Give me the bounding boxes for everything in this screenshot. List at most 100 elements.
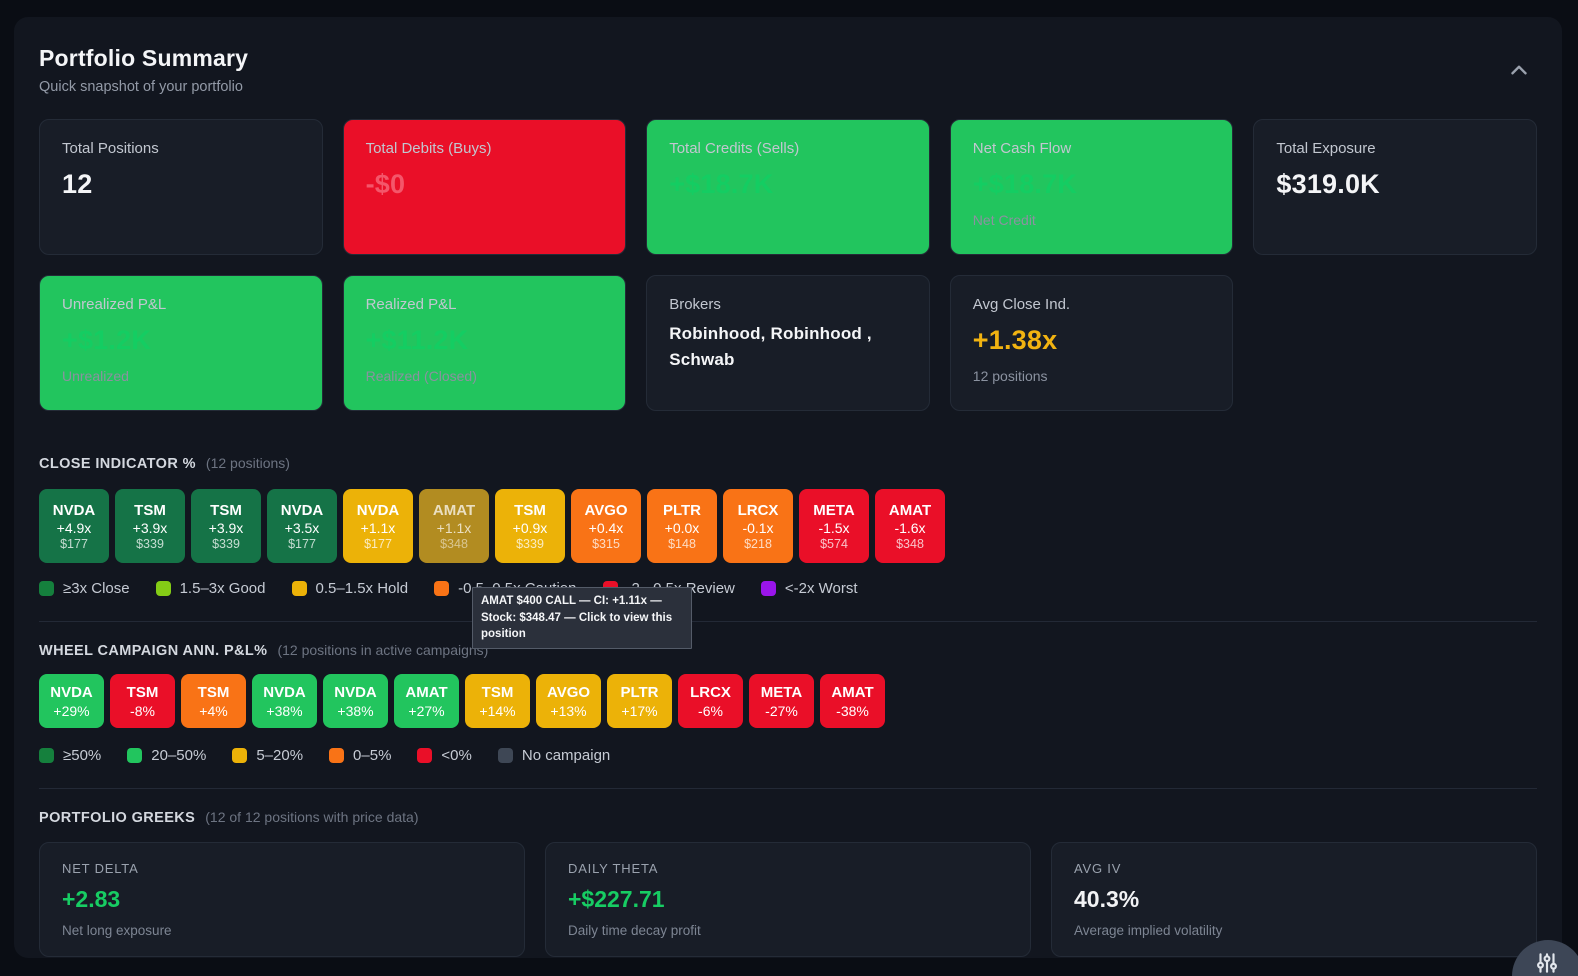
tile-ticker: NVDA	[52, 501, 96, 519]
stat-value: +$1.2K	[62, 325, 152, 355]
panel-header: Portfolio Summary Quick snapshot of your…	[39, 45, 1537, 95]
wheel-campaign-tile[interactable]: TSM +14%	[465, 674, 530, 728]
legend-color-swatch	[417, 748, 433, 763]
close-indicator-tile[interactable]: TSM +3.9x $339	[191, 489, 261, 563]
stat-card: Unrealized P&L +$1.2K Unrealized	[39, 275, 323, 411]
close-indicator-tile[interactable]: LRCX -0.1x $218	[723, 489, 793, 563]
close-indicator-tile[interactable]: PLTR +0.0x $148	[647, 489, 717, 563]
stat-subtext: Unrealized	[62, 368, 129, 384]
legend-color-swatch	[434, 581, 450, 596]
tile-close-indicator-value: -1.5x	[818, 519, 850, 536]
legend-item: No campaign	[497, 747, 610, 764]
tile-ticker: TSM	[134, 501, 166, 519]
tile-ticker: PLTR	[662, 501, 702, 519]
legend-item: ≥3x Close	[39, 580, 130, 597]
wheel-campaign-tile[interactable]: AMAT +27%	[394, 674, 459, 728]
tile-pnl-percent: -8%	[130, 702, 155, 719]
tile-ticker: AMAT	[432, 501, 476, 519]
wheel-campaign-tile[interactable]: AMAT -38%	[820, 674, 885, 728]
tile-ticker: META	[760, 683, 803, 701]
close-indicator-tile[interactable]: NVDA +3.5x $177	[267, 489, 337, 563]
chevron-up-icon	[1506, 57, 1532, 86]
stat-label: Brokers	[669, 296, 721, 313]
tile-stock-price: $177	[288, 536, 316, 551]
close-indicator-tile[interactable]: AVGO +0.4x $315	[571, 489, 641, 563]
stat-value: Robinhood, Robinhood , Schwab	[669, 324, 872, 369]
wheel-campaign-tile[interactable]: TSM -8%	[110, 674, 175, 728]
portfolio-greeks-header: PORTFOLIO GREEKS (12 of 12 positions wit…	[39, 809, 1537, 826]
greek-card: NET DELTA +2.83 Net long exposure	[39, 842, 525, 957]
tile-ticker: TSM	[197, 683, 230, 701]
tile-stock-price: $348	[896, 536, 924, 551]
tile-close-indicator-value: -1.6x	[894, 519, 926, 536]
legend-item: 0.5–1.5x Hold	[291, 580, 408, 597]
legend-color-swatch	[39, 748, 54, 763]
stat-card: Brokers Robinhood, Robinhood , Schwab	[646, 275, 930, 411]
position-tooltip: AMAT $400 CALL — CI: +1.11x — Stock: $34…	[472, 587, 692, 650]
stat-label: Total Positions	[62, 140, 159, 157]
close-indicator-tile[interactable]: AMAT -1.6x $348	[875, 489, 945, 563]
tile-close-indicator-value: -0.1x	[742, 519, 774, 536]
legend-color-swatch	[155, 581, 171, 596]
tile-pnl-percent: +4%	[199, 702, 228, 719]
tile-ticker: LRCX	[737, 501, 779, 519]
section-divider	[39, 788, 1537, 789]
close-indicator-tile[interactable]: TSM +3.9x $339	[115, 489, 185, 563]
tile-ticker: NVDA	[50, 683, 93, 701]
stat-subtext: 12 positions	[972, 368, 1048, 384]
tile-ticker: PLTR	[620, 683, 659, 701]
close-indicator-tile[interactable]: AMAT +1.1x $348	[419, 489, 489, 563]
close-indicator-tile[interactable]: NVDA +1.1x $177	[343, 489, 413, 563]
tile-ticker: NVDA	[334, 683, 377, 701]
close-indicator-tile[interactable]: TSM +0.9x $339	[495, 489, 565, 563]
tile-pnl-percent: +29%	[53, 702, 90, 719]
stat-card: Realized P&L +$11.2K Realized (Closed)	[342, 275, 627, 411]
wheel-campaign-tile[interactable]: NVDA +29%	[39, 674, 104, 728]
tile-stock-price: $339	[212, 536, 240, 551]
tile-ticker: AMAT	[405, 683, 448, 701]
stat-card: Total Positions 12	[39, 119, 323, 255]
tile-ticker: LRCX	[690, 683, 731, 701]
wheel-campaign-tile[interactable]: TSM +4%	[181, 674, 246, 728]
wheel-campaign-tile[interactable]: NVDA +38%	[252, 674, 317, 728]
stat-label: Total Credits (Sells)	[669, 140, 800, 157]
tile-ticker: AVGO	[584, 501, 628, 519]
portfolio-greeks-title: PORTFOLIO GREEKS	[39, 810, 196, 826]
close-indicator-tile[interactable]: META -1.5x $574	[799, 489, 869, 563]
wheel-campaign-tile[interactable]: NVDA +38%	[323, 674, 388, 728]
legend-color-swatch	[497, 748, 513, 763]
tile-stock-price: $148	[668, 536, 696, 551]
tile-pnl-percent: +38%	[266, 702, 303, 719]
wheel-campaign-tile[interactable]: LRCX -6%	[678, 674, 743, 728]
wheel-campaign-tile[interactable]: PLTR +17%	[607, 674, 672, 728]
wheel-campaign-tile[interactable]: AVGO +13%	[536, 674, 601, 728]
legend-item: 5–20%	[232, 747, 303, 764]
stat-value: +$18.7K	[669, 169, 774, 199]
tile-ticker: TSM	[514, 501, 546, 519]
legend-item: <-2x Worst	[760, 580, 858, 597]
portfolio-greeks-note: (12 of 12 positions with price data)	[205, 809, 419, 825]
wheel-campaign-tiles: NVDA +29% TSM -8% TSM +4% NVDA +38% NVDA…	[39, 674, 1537, 728]
stat-label: Total Exposure	[1276, 140, 1376, 157]
tile-pnl-percent: +13%	[550, 702, 587, 719]
legend-item: 1.5–3x Good	[155, 580, 266, 597]
collapse-button[interactable]	[1505, 57, 1533, 85]
stats-row-1: Total Positions 12 Total Debits (Buys) -…	[39, 119, 1537, 255]
greek-card: AVG IV 40.3% Average implied volatility	[1051, 842, 1537, 957]
tile-pnl-percent: -38%	[836, 702, 869, 719]
legend-item: 20–50%	[127, 747, 206, 764]
tile-pnl-percent: +38%	[337, 702, 374, 719]
greek-label: NET DELTA	[62, 861, 139, 876]
sliders-icon	[1534, 950, 1560, 976]
close-indicator-legend: ≥3x Close 1.5–3x Good 0.5–1.5x Hold -0.5…	[39, 580, 1537, 597]
portfolio-summary-panel: Portfolio Summary Quick snapshot of your…	[14, 17, 1562, 958]
greek-label: AVG IV	[1074, 861, 1122, 876]
legend-item: ≥50%	[39, 747, 101, 764]
tile-ticker: NVDA	[280, 501, 324, 519]
close-indicator-tile[interactable]: NVDA +4.9x $177	[39, 489, 109, 563]
stat-value: +1.38x	[972, 325, 1058, 355]
greek-subtext: Average implied volatility	[1074, 923, 1223, 938]
stat-card: Net Cash Flow +$18.7K Net Credit	[949, 119, 1234, 255]
wheel-campaign-tile[interactable]: META -27%	[749, 674, 814, 728]
greek-subtext: Net long exposure	[62, 923, 172, 938]
